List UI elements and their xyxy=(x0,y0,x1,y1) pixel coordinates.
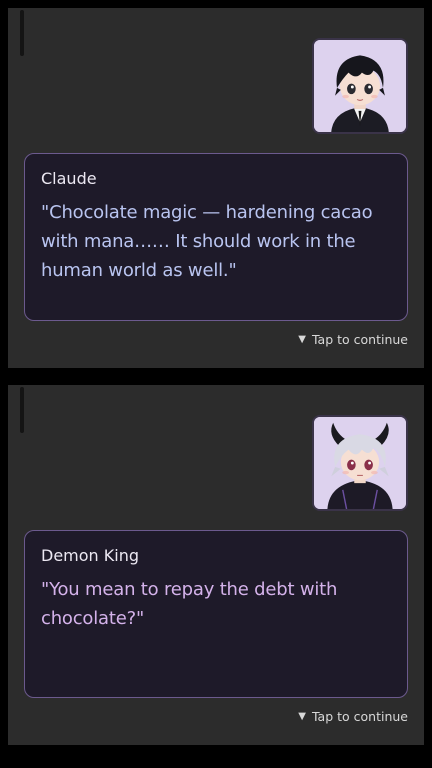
dialog-panel-demon-king[interactable]: Demon King "You mean to repay the debt w… xyxy=(8,385,424,745)
claude-portrait xyxy=(312,38,408,134)
dialog-box[interactable]: Demon King "You mean to repay the debt w… xyxy=(24,530,408,698)
continue-label: Tap to continue xyxy=(311,709,408,724)
speaker-name: Demon King xyxy=(41,546,139,565)
dialog-box[interactable]: Claude "Chocolate magic — hardening caca… xyxy=(24,153,408,321)
speaker-name: Claude xyxy=(41,169,97,188)
dialog-text: "Chocolate magic — hardening cacao with … xyxy=(41,202,373,281)
tap-to-continue-button[interactable]: ▼ Tap to continue xyxy=(298,709,408,725)
demon-king-portrait xyxy=(312,415,408,511)
triangle-down-icon: ▼ xyxy=(298,711,306,722)
dialog-panel-claude[interactable]: Claude "Chocolate magic — hardening caca… xyxy=(8,8,424,368)
dialog-text: "You mean to repay the debt with chocola… xyxy=(41,579,338,629)
triangle-down-icon: ▼ xyxy=(298,334,306,345)
continue-label: Tap to continue xyxy=(311,332,408,347)
scroll-indicator xyxy=(20,387,24,433)
tap-to-continue-button[interactable]: ▼ Tap to continue xyxy=(298,332,408,348)
scroll-indicator xyxy=(20,10,24,56)
